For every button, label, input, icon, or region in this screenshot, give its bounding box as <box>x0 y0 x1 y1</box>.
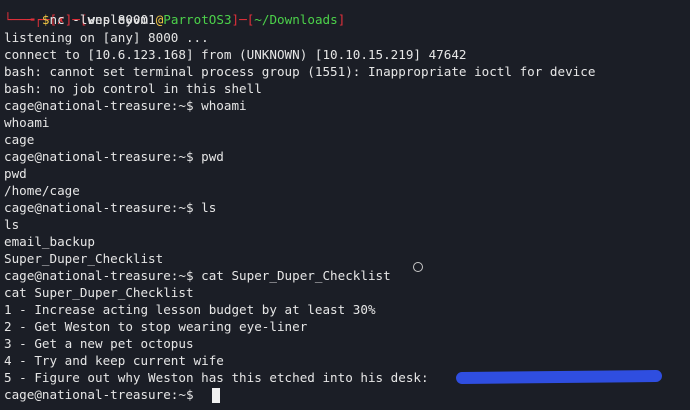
output-line: email_backup <box>4 234 95 249</box>
checklist-item: 2 - Get Weston to stop wearing eye-liner <box>4 319 308 334</box>
shell-prompt-line: cage@national-treasure:~$ cat Super_Dupe… <box>4 268 391 283</box>
checklist-item: 1 - Increase acting lesson budget by at … <box>4 302 376 317</box>
terminal-window[interactable]: ┌─[✗]─[wesleyvm1@ParrotOS3]─[~/Downloads… <box>0 0 690 410</box>
output-line: ls <box>4 217 20 232</box>
mouse-pointer-icon <box>413 262 423 272</box>
output-line: bash: cannot set terminal process group … <box>4 64 596 79</box>
checklist-item: 3 - Get a new pet octopus <box>4 336 194 351</box>
prompt-header: ┌─[✗]─[wesleyvm1@ParrotOS3]─[~/Downloads… <box>34 12 346 27</box>
output-line: cat Super_Duper_Checklist <box>4 285 194 300</box>
output-line: bash: no job control in this shell <box>4 81 262 96</box>
prompt-cwd: ~/Downloads <box>254 12 338 27</box>
shell-prompt-line: cage@national-treasure:~$ <box>4 387 194 402</box>
output-line: whoami <box>4 115 50 130</box>
output-line: Super_Duper_Checklist <box>4 251 164 266</box>
shell-prompt-line: cage@national-treasure:~$ ls <box>4 200 217 215</box>
redaction-mark <box>455 369 663 385</box>
output-line: listening on [any] 8000 ... <box>4 30 209 45</box>
prompt-dollar: $ <box>41 12 50 27</box>
prompt-host: ParrotOS3 <box>163 12 232 27</box>
output-line: connect to [10.6.123.168] from (UNKNOWN)… <box>4 47 467 62</box>
prompt-command: nc -lvnp 8000 <box>49 12 149 27</box>
output-line: pwd <box>4 166 27 181</box>
shell-prompt-line: cage@national-treasure:~$ pwd <box>4 149 224 164</box>
checklist-item: 4 - Try and keep current wife <box>4 353 224 368</box>
terminal-cursor[interactable] <box>212 388 220 403</box>
prompt-command-line: └──╼ $nc -lvnp 8000 <box>4 12 149 27</box>
checklist-item: 5 - Figure out why Weston has this etche… <box>4 370 429 385</box>
output-line: /home/cage <box>4 183 80 198</box>
output-line: cage <box>4 132 35 147</box>
shell-prompt-line: cage@national-treasure:~$ whoami <box>4 98 247 113</box>
